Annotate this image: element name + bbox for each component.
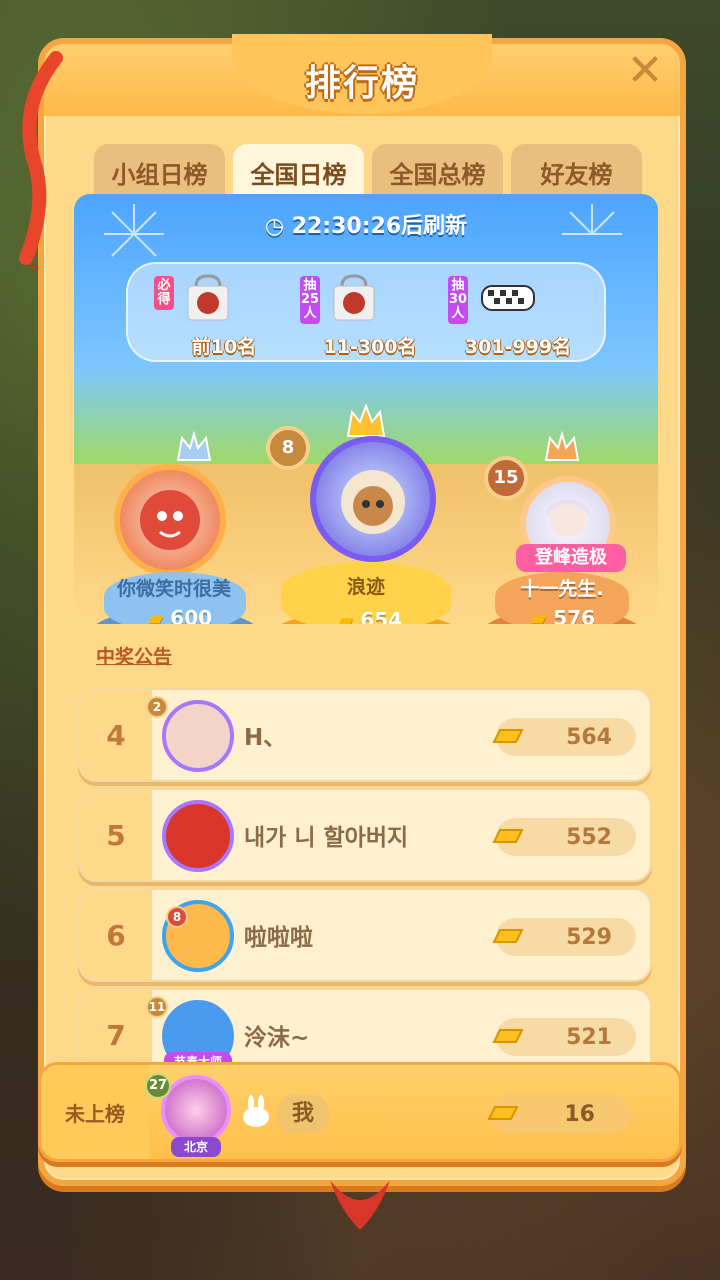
my-score-pill: 16 [487, 1095, 631, 1133]
reward-rank-label: 301-999名 [464, 336, 572, 358]
score-value: 552 [566, 824, 612, 850]
bottom-ribbon-decoration [330, 1180, 390, 1230]
score-pill: 529 [492, 918, 636, 956]
crown-icon-rank-2 [174, 430, 214, 466]
score-value: 529 [566, 924, 612, 950]
list-item[interactable]: 6 8 啦啦啦 529 [78, 888, 652, 982]
score-value: 521 [566, 1024, 612, 1050]
winner-announcement-link[interactable]: 中奖公告 [96, 642, 172, 669]
rank-number: 6 [80, 890, 152, 980]
panel-header: 排行榜 ✕ [44, 34, 680, 116]
tab-national-total[interactable]: 全国总榜 [372, 144, 503, 200]
podium-name-rank-3: 十一先生. [520, 578, 604, 600]
player-name: 泠沫~ [244, 1025, 310, 1051]
rank-number: 4 [80, 690, 152, 780]
avatar-rank-2-image [140, 490, 200, 550]
reward-tag: 抽25人 [300, 276, 320, 324]
level-badge: 11 [146, 996, 168, 1018]
crown-icon-rank-1 [344, 403, 386, 440]
refresh-suffix: 后刷新 [401, 214, 468, 239]
podium-score-rank-2: ▰ 600 [140, 606, 220, 624]
belt-bag-icon [481, 285, 535, 311]
leaderboard-panel: 排行榜 ✕ 小组日榜 全国日榜 全国总榜 好友榜 ◷ 22:30:26后刷新 必… [38, 34, 686, 1186]
player-name: 啦啦啦 [244, 925, 313, 951]
gold-bar-icon [492, 1029, 524, 1043]
score-value: 564 [566, 724, 612, 750]
reward-tiers[interactable]: 必得 前10名 抽25人 11-300名 抽30人 301-999名 [126, 262, 606, 362]
tab-group-daily[interactable]: 小组日榜 [94, 144, 225, 200]
tab-national-daily[interactable]: 全国日榜 [233, 144, 364, 200]
tab-friends[interactable]: 好友榜 [511, 144, 642, 200]
avatar-rank-2[interactable] [114, 464, 226, 576]
tab-bar: 小组日榜 全国日榜 全国总榜 好友榜 [94, 144, 642, 200]
avatar-rank-1[interactable] [310, 436, 436, 562]
gold-bar-icon: ▰ [147, 606, 171, 624]
podium-score-rank-3: ▰ 576 [518, 606, 608, 624]
my-name: 我 [277, 1095, 329, 1133]
my-avatar[interactable] [161, 1075, 231, 1145]
avatar-rank-1-image [341, 470, 405, 534]
player-name: 내가 니 할아버지 [244, 825, 409, 851]
rabbit-icon [243, 1095, 269, 1127]
gold-bar-icon [487, 1106, 519, 1120]
list-item[interactable]: 4 2 H、 564 [78, 688, 652, 782]
my-city-badge: 北京 [171, 1137, 221, 1157]
ranking-list: 4 2 H、 564 5 내가 니 할아버지 552 6 8 啦啦啦 529 7… [78, 688, 652, 1088]
avatar[interactable] [162, 800, 234, 872]
level-badge: 8 [166, 906, 188, 928]
crown-icon-rank-3 [542, 430, 582, 466]
reward-rank-label: 11-300名 [323, 336, 417, 358]
reward-tag: 抽30人 [448, 276, 468, 324]
gold-bar-icon [492, 929, 524, 943]
podium-section: ◷ 22:30:26后刷新 必得 前10名 抽25人 11-300名 抽30人 … [74, 194, 658, 624]
my-rank-bar: 未上榜 27 北京 我 16 [0, 1062, 720, 1166]
refresh-time: 22:30:26 [291, 214, 402, 239]
close-icon[interactable]: ✕ [624, 49, 666, 93]
level-badge-rank-3: 15 [484, 456, 528, 500]
score-pill: 521 [492, 1018, 636, 1056]
gold-bar-icon: ▰ [337, 608, 361, 624]
reward-tier-3[interactable]: 抽30人 301-999名 [448, 272, 578, 358]
gold-bar-icon [492, 829, 524, 843]
gold-bar-icon [492, 729, 524, 743]
ribbon-decoration [19, 51, 63, 268]
podium-name-rank-1: 浪迹 [346, 576, 385, 598]
reward-tier-2[interactable]: 抽25人 11-300名 [300, 272, 430, 358]
score-value: 654 [360, 608, 403, 624]
score-pill: 552 [492, 818, 636, 856]
clock-icon: ◷ [264, 214, 292, 239]
title-badge-rank-3: 登峰造极 [516, 544, 626, 572]
list-item[interactable]: 5 내가 니 할아버지 552 [78, 788, 652, 882]
my-rank-row[interactable]: 未上榜 27 北京 我 16 [38, 1062, 682, 1162]
score-value: 16 [564, 1101, 595, 1127]
score-pill: 564 [492, 718, 636, 756]
podium-score-rank-1: ▰ 654 [320, 608, 420, 624]
tote-bag-icon [187, 274, 229, 321]
my-level-badge: 27 [145, 1073, 171, 1099]
gold-bar-icon: ▰ [530, 606, 554, 624]
refresh-timer: ◷ 22:30:26后刷新 [74, 208, 658, 240]
level-badge-rank-1: 8 [266, 426, 310, 470]
podium-name-rank-2: 你微笑时很美 [116, 578, 231, 600]
reward-rank-label: 前10名 [191, 336, 257, 358]
reward-tier-1[interactable]: 必得 前10名 [154, 272, 284, 358]
tote-bag-icon [333, 274, 375, 321]
player-name: H、 [244, 725, 287, 751]
avatar[interactable] [162, 700, 234, 772]
level-badge: 2 [146, 696, 168, 718]
score-value: 576 [553, 606, 596, 624]
rank-number: 5 [80, 790, 152, 880]
my-rank-label: 未上榜 [41, 1065, 149, 1159]
reward-tag: 必得 [154, 276, 174, 310]
page-title: 排行榜 [304, 63, 420, 104]
score-value: 600 [170, 606, 213, 624]
